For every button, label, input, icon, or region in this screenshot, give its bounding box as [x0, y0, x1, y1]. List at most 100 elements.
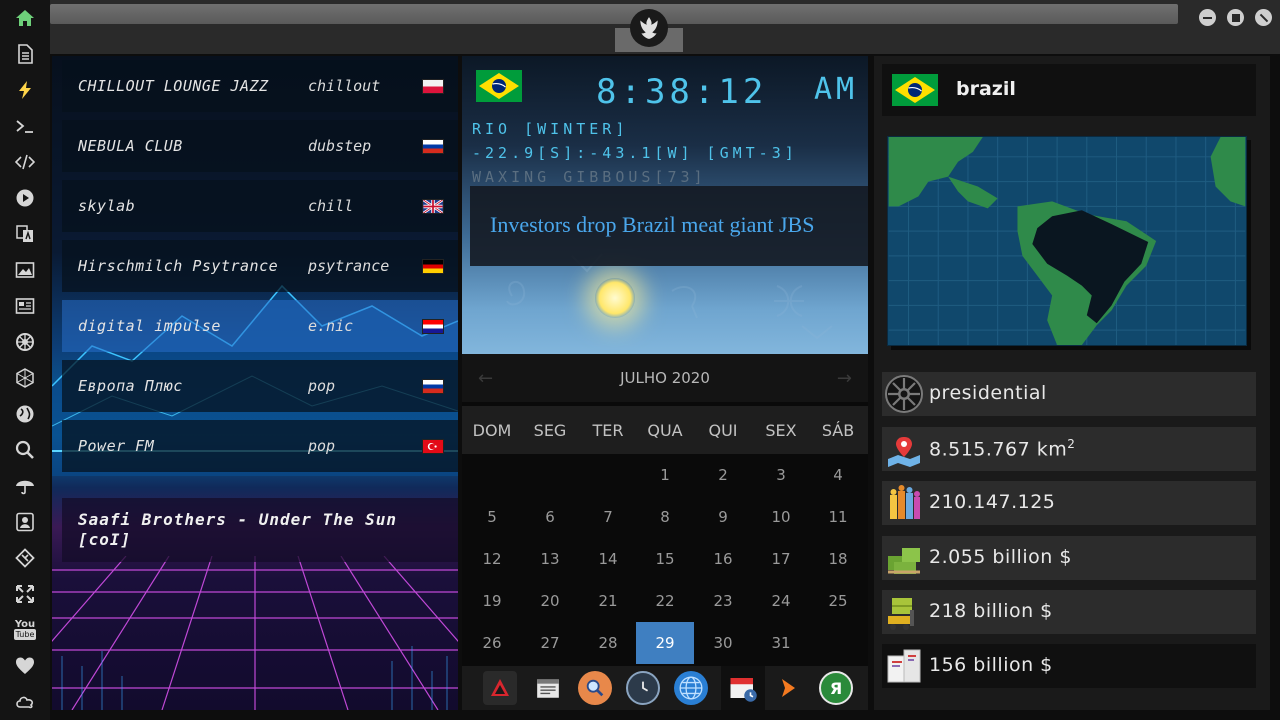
search-icon[interactable]: [13, 438, 37, 462]
population-icon: [884, 483, 924, 523]
calendar-widget: ← JULHO 2020 → DOM SEG TER QUA QUI SEX S…: [462, 354, 868, 664]
prev-month-button[interactable]: ←: [478, 368, 493, 389]
document-icon[interactable]: [13, 42, 37, 66]
station-genre: dubstep: [308, 137, 372, 155]
calendar-clock-icon[interactable]: [721, 666, 765, 710]
calendar-day[interactable]: 18: [809, 538, 867, 580]
image-icon[interactable]: [13, 258, 37, 282]
calendar-day[interactable]: 15: [636, 538, 694, 580]
calendar-day[interactable]: 19: [463, 580, 521, 622]
clock-ampm: AM: [814, 72, 859, 107]
now-playing-title: Saafi Brothers - Under The Sun: [78, 510, 397, 529]
calendar-day[interactable]: 14: [579, 538, 637, 580]
yandex-icon[interactable]: Я: [819, 671, 853, 705]
station-row[interactable]: Hirschmilch Psytrance psytrance: [62, 240, 458, 292]
magnifier-icon[interactable]: [578, 671, 612, 705]
country-map[interactable]: [887, 136, 1247, 346]
country-panel: brazil presidential 8.515.767 km2 210.14…: [874, 56, 1270, 710]
git-icon[interactable]: [13, 546, 37, 570]
youtube-icon[interactable]: You Tube: [13, 618, 37, 642]
russia-flag-icon: [422, 138, 444, 154]
news-headline-text: Investors drop Brazil meat giant JBS: [490, 212, 815, 237]
news-icon[interactable]: [13, 294, 37, 318]
cloud-icon[interactable]: [13, 690, 37, 714]
calendar-day[interactable]: 2: [694, 454, 752, 496]
calendar-day[interactable]: 22: [636, 580, 694, 622]
weekday-label: TER: [592, 421, 624, 440]
area-value: 8.515.767 km2: [929, 437, 1075, 460]
weekday-label: SEG: [533, 421, 567, 440]
croatia-flag-icon: [422, 318, 444, 334]
maximize-button[interactable]: [1227, 9, 1244, 26]
calendar-month-label[interactable]: JULHO 2020: [620, 369, 710, 387]
arrow-icon[interactable]: [771, 671, 805, 705]
clock-icon[interactable]: [626, 671, 660, 705]
contact-icon[interactable]: [13, 510, 37, 534]
now-playing-subtitle: [coI]: [78, 530, 132, 549]
code-icon[interactable]: [13, 150, 37, 174]
calendar-day[interactable]: 26: [463, 622, 521, 664]
expand-icon[interactable]: [13, 582, 37, 606]
calendar-day[interactable]: 9: [694, 496, 752, 538]
calendar-day[interactable]: 28: [579, 622, 637, 664]
youtube-you-text: You: [14, 619, 36, 630]
turkey-flag-icon: [422, 438, 444, 454]
calendar-day[interactable]: 25: [809, 580, 867, 622]
calendar-days: 1 2 3 4 5 6 7 8 9 10 11 12 13 14 15 16 1…: [462, 454, 868, 664]
area-unit-exponent: 2: [1067, 437, 1076, 451]
calendar-day[interactable]: 20: [521, 580, 579, 622]
hexagon-icon[interactable]: [13, 366, 37, 390]
minimize-button[interactable]: [1199, 9, 1216, 26]
heart-icon[interactable]: [13, 654, 37, 678]
calendar-day[interactable]: 13: [521, 538, 579, 580]
calendar-day[interactable]: 8: [636, 496, 694, 538]
station-genre: psytrance: [308, 257, 390, 275]
globe-icon[interactable]: [674, 671, 708, 705]
close-button[interactable]: [1255, 9, 1272, 26]
station-row-selected[interactable]: digital impulse e.nic: [62, 300, 458, 352]
station-row[interactable]: skylab chill: [62, 180, 458, 232]
station-row[interactable]: CHILLOUT LOUNGE JAZZ chillout: [62, 60, 458, 112]
calendar-day[interactable]: 23: [694, 580, 752, 622]
calendar-day[interactable]: 7: [579, 496, 637, 538]
calendar-day[interactable]: 1: [636, 454, 694, 496]
calendar-day[interactable]: 30: [694, 622, 752, 664]
station-row[interactable]: Европа Плюс pop: [62, 360, 458, 412]
app-dock: Я: [462, 666, 868, 710]
rebel-alliance-icon[interactable]: [630, 9, 668, 47]
globe-icon[interactable]: [13, 402, 37, 426]
calendar-day[interactable]: 12: [463, 538, 521, 580]
ark-icon[interactable]: [483, 671, 517, 705]
calendar-day[interactable]: 10: [752, 496, 810, 538]
calendar-day[interactable]: 5: [463, 496, 521, 538]
calendar-day[interactable]: 24: [752, 580, 810, 622]
umbrella-icon[interactable]: [13, 474, 37, 498]
station-row[interactable]: Power FM pop: [62, 420, 458, 472]
lightning-icon[interactable]: [13, 78, 37, 102]
calendar-day[interactable]: 6: [521, 496, 579, 538]
news-headline[interactable]: Investors drop Brazil meat giant JBS: [470, 186, 868, 266]
calendar-day[interactable]: 16: [694, 538, 752, 580]
calendar-day[interactable]: 11: [809, 496, 867, 538]
country-header: brazil: [882, 64, 1256, 116]
calendar-day[interactable]: 31: [752, 622, 810, 664]
calendar-day[interactable]: 27: [521, 622, 579, 664]
play-icon[interactable]: [13, 186, 37, 210]
title-strip[interactable]: [50, 4, 1178, 24]
empire-icon[interactable]: [13, 330, 37, 354]
weekday-label: DOM: [472, 421, 512, 440]
calendar-day-today[interactable]: 29: [636, 622, 694, 664]
calendar-news-icon[interactable]: [531, 671, 565, 705]
next-month-button[interactable]: →: [837, 368, 852, 389]
calendar-day[interactable]: 4: [809, 454, 867, 496]
terminal-icon[interactable]: [13, 114, 37, 138]
calendar-day[interactable]: 17: [752, 538, 810, 580]
calendar-day[interactable]: 21: [579, 580, 637, 622]
calendar-day[interactable]: 3: [752, 454, 810, 496]
station-row[interactable]: NEBULA CLUB dubstep: [62, 120, 458, 172]
translate-icon[interactable]: [13, 222, 37, 246]
empire-icon: [884, 374, 924, 414]
government-row: presidential: [882, 372, 1256, 416]
boxes-icon: [884, 646, 924, 686]
home-icon[interactable]: [13, 6, 37, 30]
